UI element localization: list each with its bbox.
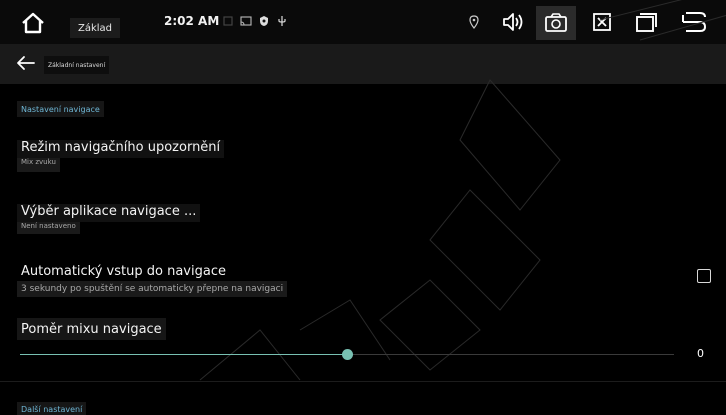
usb-icon xyxy=(276,14,288,28)
item-title: Výběr aplikace navigace ... xyxy=(21,204,197,219)
section-header-other: Další nastavení xyxy=(17,402,87,415)
sim-icon xyxy=(222,14,234,28)
mix-ratio-value: 0 xyxy=(697,347,704,360)
section-header-navigation: Nastavení navigace xyxy=(17,101,104,117)
divider xyxy=(0,381,726,382)
item-title-container: Poměr mixu navigace xyxy=(17,318,166,340)
status-bar: Základ 2:02 AM xyxy=(0,0,726,44)
home-icon[interactable] xyxy=(18,10,48,36)
page-header: Základní nastavení xyxy=(0,44,726,84)
item-subtitle-container: Není nastaveno xyxy=(17,222,80,234)
recent-apps-icon[interactable] xyxy=(632,10,660,34)
item-subtitle-container: Mix zvuku xyxy=(17,158,60,172)
item-subtitle-container: 3 sekundy po spuštění se automaticky pře… xyxy=(17,281,288,297)
item-title: Poměr mixu navigace xyxy=(21,321,162,337)
page-title: Základní nastavení xyxy=(44,56,110,74)
item-title: Automatický vstup do navigace xyxy=(21,264,226,279)
item-subtitle: Není nastaveno xyxy=(21,222,76,230)
item-subtitle: Mix zvuku xyxy=(21,158,56,166)
shield-icon xyxy=(258,14,270,28)
mix-ratio-slider-fill xyxy=(20,354,347,355)
volume-icon[interactable] xyxy=(500,10,526,34)
mix-ratio-slider-thumb[interactable] xyxy=(342,349,353,360)
clock: 2:02 AM xyxy=(164,14,220,28)
item-title-container: Automatický vstup do navigace xyxy=(17,264,230,282)
item-title: Režim navigačního upozornění xyxy=(21,140,221,155)
auto-nav-checkbox[interactable] xyxy=(697,269,711,283)
cast-icon xyxy=(240,14,252,28)
status-icons xyxy=(222,14,288,28)
item-title-container: Režim navigačního upozornění xyxy=(17,140,225,158)
item-subtitle: 3 sekundy po spuštění se automaticky pře… xyxy=(21,284,284,294)
arrow-left-icon[interactable] xyxy=(16,54,40,74)
location-icon xyxy=(468,14,480,30)
screenshot-icon[interactable] xyxy=(536,6,576,40)
home-label: Základ xyxy=(70,18,121,38)
item-title-container: Výběr aplikace navigace ... xyxy=(17,204,201,222)
back-icon[interactable] xyxy=(676,10,710,34)
close-window-icon[interactable] xyxy=(590,10,614,34)
